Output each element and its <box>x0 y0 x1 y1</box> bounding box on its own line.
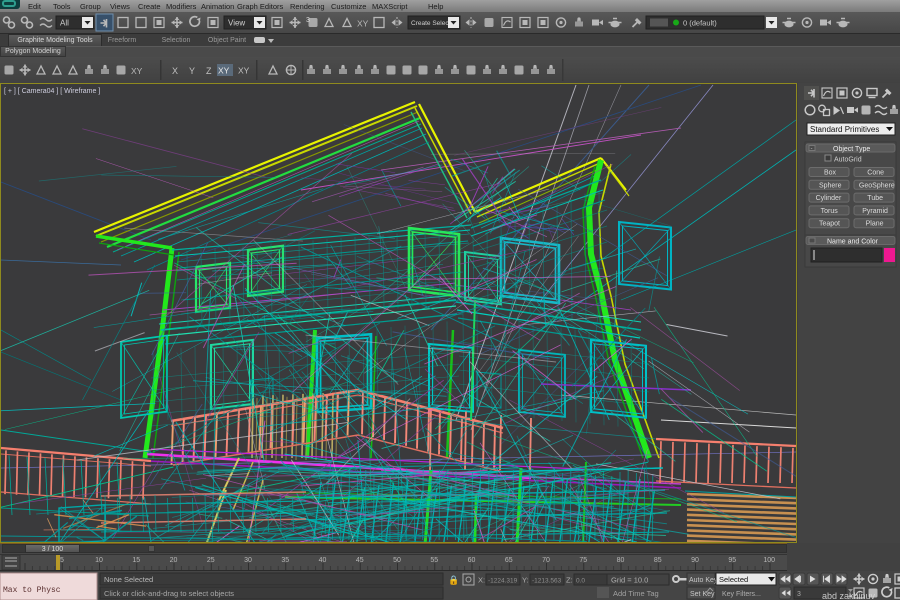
svg-text:Max to Physc: Max to Physc <box>3 586 61 595</box>
svg-text:60: 60 <box>468 557 476 564</box>
svg-text:-1213.563: -1213.563 <box>532 578 562 585</box>
svg-text:GeoSphere: GeoSphere <box>859 182 895 189</box>
svg-text:25: 25 <box>207 557 215 564</box>
svg-text:abd zakhinuv: abd zakhinuv <box>822 591 876 600</box>
svg-text:35: 35 <box>281 557 289 564</box>
svg-text:Click or click-and-drag to sel: Click or click-and-drag to select object… <box>104 589 234 598</box>
svg-text:95: 95 <box>728 557 736 564</box>
svg-text:80: 80 <box>617 557 625 564</box>
svg-text:XY: XY <box>218 66 230 76</box>
svg-text:Z: Z <box>206 66 212 76</box>
svg-text:Set Key: Set Key <box>690 591 715 598</box>
svg-text:X:: X: <box>478 576 485 585</box>
svg-text:Auto Key: Auto Key <box>689 577 718 584</box>
svg-text:None Selected: None Selected <box>104 575 153 584</box>
svg-text:Object Type: Object Type <box>833 146 870 153</box>
svg-text:Add Time Tag: Add Time Tag <box>613 589 659 598</box>
svg-text:Name and Color: Name and Color <box>827 239 879 246</box>
svg-text:100: 100 <box>763 557 775 564</box>
svg-text:XY: XY <box>131 66 143 76</box>
svg-text:Grid = 10.0: Grid = 10.0 <box>611 576 648 585</box>
svg-text:Tube: Tube <box>867 195 883 202</box>
svg-text:Teapot: Teapot <box>819 221 840 228</box>
svg-text:3: 3 <box>306 17 310 24</box>
svg-text:XY: XY <box>357 19 369 29</box>
svg-text:Torus: Torus <box>821 208 839 215</box>
svg-text:15: 15 <box>132 557 140 564</box>
svg-text:Selected: Selected <box>719 575 748 584</box>
svg-text:75: 75 <box>579 557 587 564</box>
svg-text:Key Filters...: Key Filters... <box>722 591 761 598</box>
svg-text:65: 65 <box>505 557 513 564</box>
svg-text:Y:: Y: <box>522 576 529 585</box>
svg-text:-1224.319: -1224.319 <box>488 578 518 585</box>
svg-text:Cylinder: Cylinder <box>816 195 842 202</box>
svg-text:-: - <box>811 146 813 152</box>
svg-text:Create Selecti: Create Selecti <box>411 20 452 27</box>
svg-text:10: 10 <box>95 557 103 564</box>
svg-text:🔒: 🔒 <box>448 575 459 585</box>
svg-text:X: X <box>172 66 178 76</box>
svg-text:90: 90 <box>691 557 699 564</box>
svg-text:40: 40 <box>319 557 327 564</box>
svg-text:70: 70 <box>542 557 550 564</box>
svg-text:3: 3 <box>797 591 801 598</box>
svg-text:AutoGrid: AutoGrid <box>834 157 862 164</box>
svg-text:50: 50 <box>393 557 401 564</box>
svg-text:View: View <box>228 19 245 28</box>
svg-text:Pyramid: Pyramid <box>862 208 888 215</box>
svg-text:Y: Y <box>189 66 195 76</box>
svg-text:0 (default): 0 (default) <box>683 19 717 28</box>
svg-text:Cone: Cone <box>867 170 884 177</box>
svg-text:85: 85 <box>654 557 662 564</box>
svg-text:Sphere: Sphere <box>819 182 842 189</box>
svg-text:5: 5 <box>60 557 64 564</box>
svg-text:Z:: Z: <box>566 576 573 585</box>
svg-text:XY: XY <box>238 66 250 76</box>
svg-text:45: 45 <box>356 557 364 564</box>
svg-text:55: 55 <box>430 557 438 564</box>
svg-text:30: 30 <box>244 557 252 564</box>
svg-text:Standard Primitives: Standard Primitives <box>810 125 879 134</box>
svg-text:20: 20 <box>170 557 178 564</box>
svg-text:Box: Box <box>824 170 837 177</box>
svg-text:All: All <box>60 19 69 28</box>
svg-text:0.0: 0.0 <box>576 578 585 585</box>
svg-text:Plane: Plane <box>866 221 884 228</box>
